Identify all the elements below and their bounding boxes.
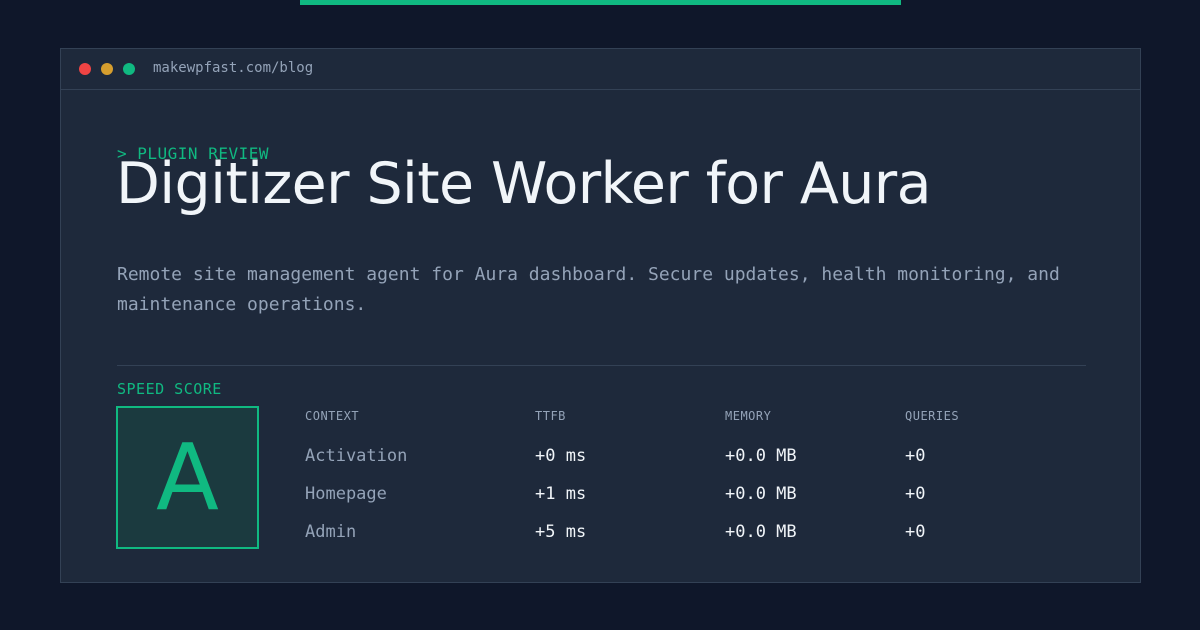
section-divider (117, 365, 1086, 366)
window-titlebar: makewpfast.com/blog (61, 49, 1140, 90)
row-activation-context: Activation (305, 446, 408, 466)
row-homepage-queries: +0 (905, 484, 926, 504)
plugin-description: Remote site management agent for Aura da… (117, 264, 1060, 315)
row-admin-ttfb: +5 ms (535, 522, 587, 542)
row-homepage-memory: +0.0 MB (725, 484, 797, 504)
row-admin-queries: +0 (905, 522, 926, 542)
row-activation-ttfb: +0 ms (535, 446, 587, 466)
row-activation-memory: +0.0 MB (725, 446, 797, 466)
maximize-dot-icon[interactable] (123, 63, 135, 75)
column-header-ttfb: TTFB (535, 409, 566, 423)
browser-window: makewpfast.com/blog > PLUGIN REVIEW Digi… (60, 48, 1141, 583)
row-admin-context: Admin (305, 522, 357, 542)
column-header-context: CONTEXT (305, 409, 360, 423)
row-homepage-ttfb: +1 ms (535, 484, 587, 504)
row-admin-memory: +0.0 MB (725, 522, 797, 542)
speed-score-badge: A (116, 406, 259, 549)
speed-score-label: SPEED SCORE (117, 380, 222, 398)
column-header-memory: MEMORY (725, 409, 772, 423)
close-dot-icon[interactable] (79, 63, 91, 75)
minimize-dot-icon[interactable] (101, 63, 113, 75)
speed-score-grade: A (156, 424, 219, 531)
row-activation-queries: +0 (905, 446, 926, 466)
address-url: makewpfast.com/blog (153, 60, 314, 76)
column-header-queries: QUERIES (905, 409, 960, 423)
top-accent-bar (300, 0, 901, 5)
page-title: Digitizer Site Worker for Aura (116, 151, 932, 217)
row-homepage-context: Homepage (305, 484, 387, 504)
